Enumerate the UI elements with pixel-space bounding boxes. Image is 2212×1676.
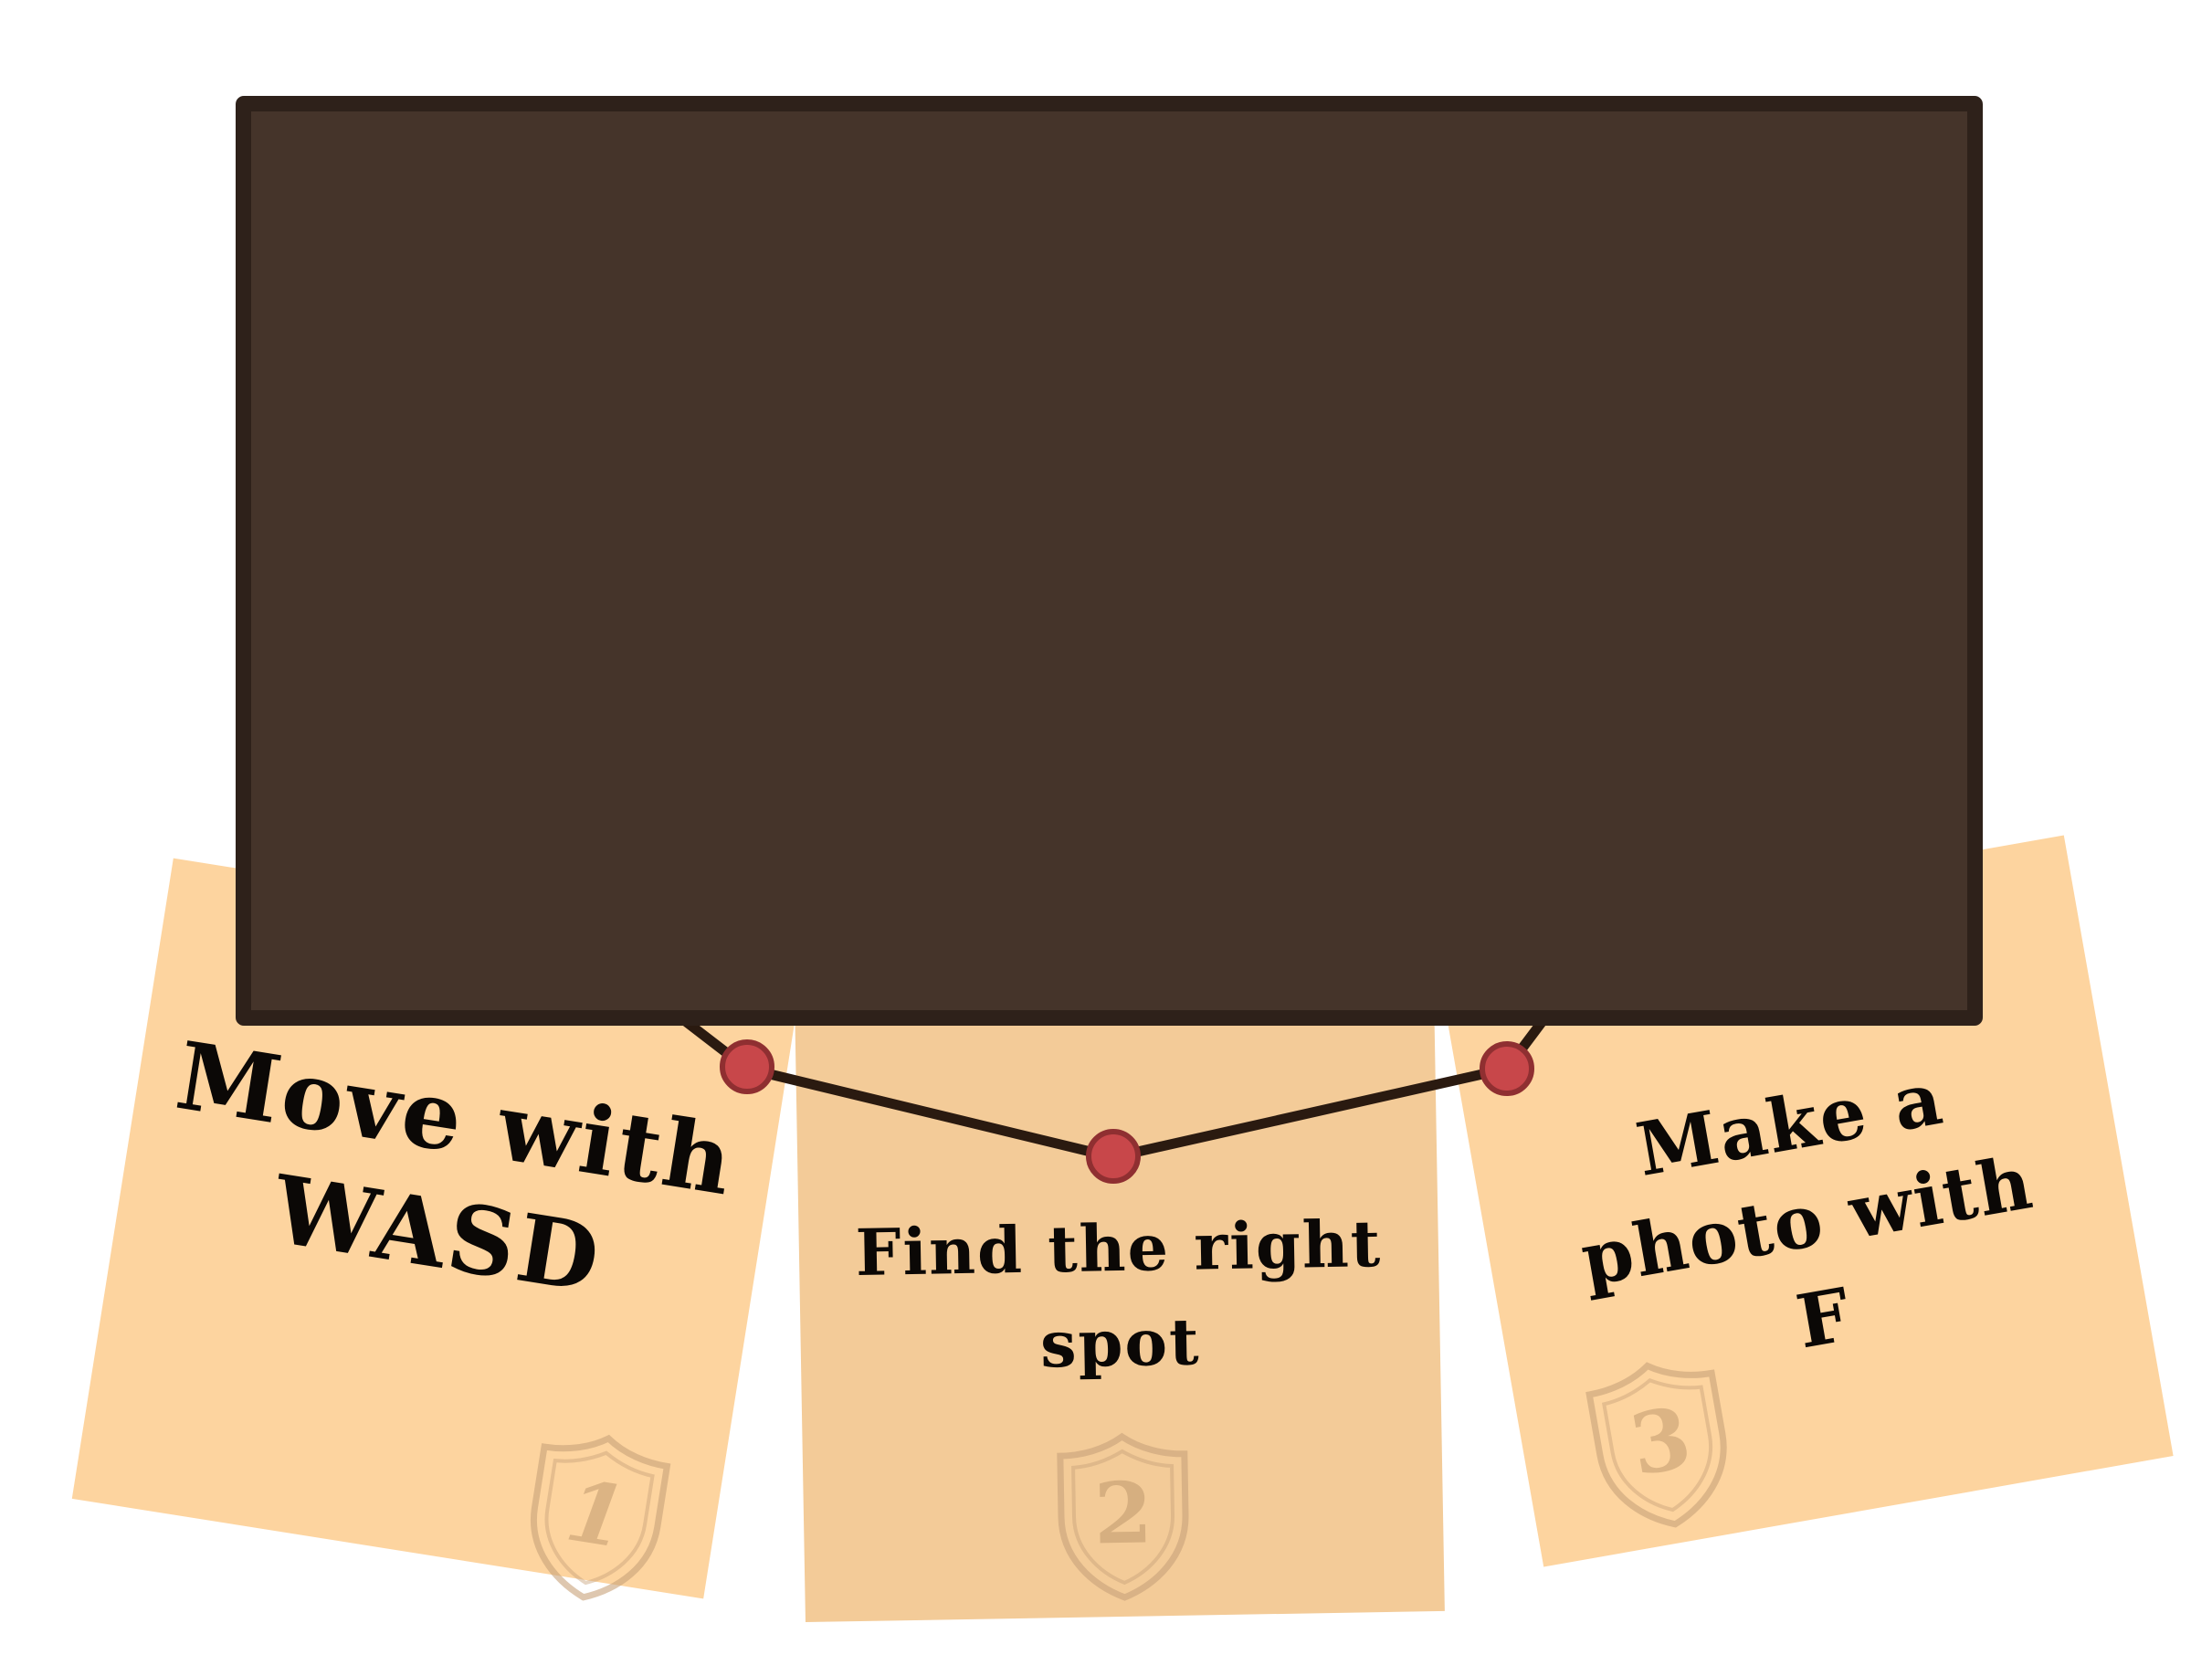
instruction-note-find: Find the right spot 2 [795,989,1445,1623]
display-board [236,96,1983,1026]
note-find-line-2: spot [1039,1303,1202,1383]
shield-icon: 2 [1048,1428,1197,1605]
shield-icon: 1 [511,1420,682,1615]
note-find-line-1: Find the right [855,1205,1383,1291]
shield-icon: 3 [1575,1346,1749,1543]
note-move-text: Move with WASD [112,1012,780,1343]
badge-number-2: 2 [1093,1463,1153,1564]
note-photo-text: Make a photo with F [1467,1019,2148,1422]
note-find-text: Find the right spot [798,1196,1441,1397]
